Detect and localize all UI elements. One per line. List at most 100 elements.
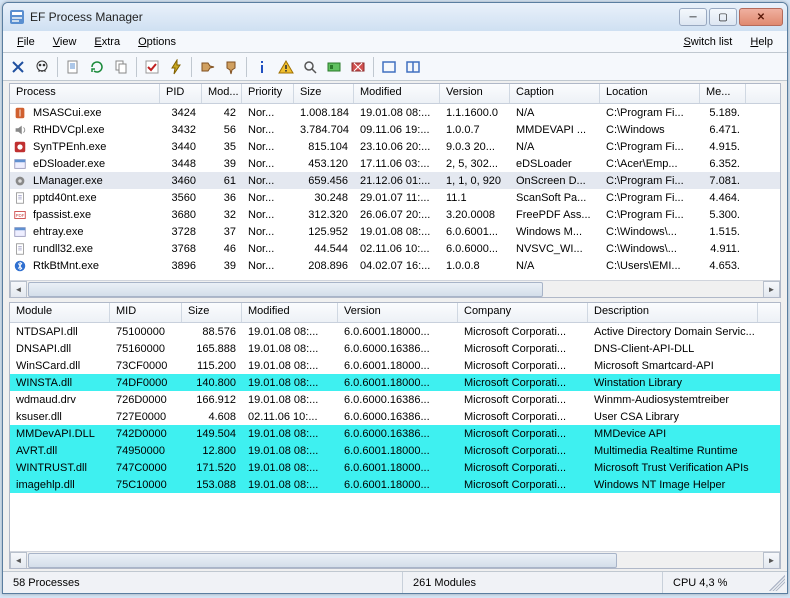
process-col-header[interactable]: Location xyxy=(600,84,700,103)
skull-icon[interactable] xyxy=(31,56,53,78)
module-name: AVRT.dll xyxy=(10,445,110,457)
process-icon xyxy=(13,259,27,273)
module-name: wdmaud.drv xyxy=(10,394,110,406)
process-row[interactable]: eDSloader.exe344839Nor...453.12017.11.06… xyxy=(10,155,780,172)
module-col-header[interactable]: Module xyxy=(10,303,110,322)
minimize-button[interactable]: ─ xyxy=(679,8,707,26)
svg-text:PDF: PDF xyxy=(16,212,25,217)
layout-single-icon[interactable] xyxy=(378,56,400,78)
module-header: ModuleMIDSizeModifiedVersionCompanyDescr… xyxy=(10,303,780,323)
process-col-header[interactable]: Version xyxy=(440,84,510,103)
module-name: NTDSAPI.dll xyxy=(10,326,110,338)
module-col-header[interactable]: Version xyxy=(338,303,458,322)
module-row[interactable]: AVRT.dll7495000012.80019.01.08 08:...6.0… xyxy=(10,442,780,459)
process-row[interactable]: PDFfpassist.exe368032Nor...312.32026.06.… xyxy=(10,206,780,223)
info-icon[interactable] xyxy=(251,56,273,78)
module-row[interactable]: NTDSAPI.dll7510000088.57619.01.08 08:...… xyxy=(10,323,780,340)
module-row[interactable]: ksuser.dll727E00004.60802.11.06 10:...6.… xyxy=(10,408,780,425)
module-row[interactable]: wdmaud.drv726D0000166.91219.01.08 08:...… xyxy=(10,391,780,408)
module-row[interactable]: WINSTA.dll74DF0000140.80019.01.08 08:...… xyxy=(10,374,780,391)
module-col-header[interactable]: Modified xyxy=(242,303,338,322)
status-cpu: CPU 4,3 % xyxy=(663,572,769,593)
process-hscroll[interactable]: ◄ ► xyxy=(10,280,780,297)
process-row[interactable]: LManager.exe346061Nor...659.45621.12.06 … xyxy=(10,172,780,189)
module-col-header[interactable]: MID xyxy=(110,303,182,322)
status-modules: 261 Modules xyxy=(403,572,663,593)
process-col-header[interactable]: Mod... xyxy=(202,84,242,103)
process-row[interactable]: rundll32.exe376846Nor...44.54402.11.06 1… xyxy=(10,240,780,257)
module-row[interactable]: WINTRUST.dll747C0000171.52019.01.08 08:.… xyxy=(10,459,780,476)
titlebar[interactable]: EF Process Manager ─ ▢ ✕ xyxy=(3,3,787,31)
scroll-right-icon[interactable]: ► xyxy=(763,281,780,298)
module-name: MMDevAPI.DLL xyxy=(10,428,110,440)
process-name: eDSloader.exe xyxy=(27,158,160,170)
module-row[interactable]: imagehlp.dll75C10000153.08819.01.08 08:.… xyxy=(10,476,780,493)
module-hscroll[interactable]: ◄ ► xyxy=(10,551,780,568)
process-col-header[interactable]: Size xyxy=(294,84,354,103)
pin-left-icon[interactable] xyxy=(196,56,218,78)
bolt-icon[interactable] xyxy=(165,56,187,78)
process-name: RtHDVCpl.exe xyxy=(27,124,160,136)
statusbar: 58 Processes 261 Modules CPU 4,3 % xyxy=(3,571,787,593)
process-row[interactable]: SynTPEnh.exe344035Nor...815.10423.10.06 … xyxy=(10,138,780,155)
layout-split-icon[interactable] xyxy=(402,56,424,78)
menu-extra[interactable]: Extra xyxy=(86,34,128,50)
process-col-header[interactable]: Modified xyxy=(354,84,440,103)
process-row[interactable]: RtHDVCpl.exe343256Nor...3.784.70409.11.0… xyxy=(10,121,780,138)
module-name: imagehlp.dll xyxy=(10,479,110,491)
process-icon xyxy=(13,140,27,154)
refresh-icon[interactable] xyxy=(86,56,108,78)
process-icon xyxy=(13,191,27,205)
process-col-header[interactable]: PID xyxy=(160,84,202,103)
maximize-button[interactable]: ▢ xyxy=(709,8,737,26)
module-row[interactable]: DNSAPI.dll75160000165.88819.01.08 08:...… xyxy=(10,340,780,357)
toolbar xyxy=(3,53,787,81)
process-icon xyxy=(13,174,27,188)
process-list[interactable]: MSASCui.exe342442Nor...1.008.18419.01.08… xyxy=(10,104,780,280)
menu-switch-list[interactable]: Switch list xyxy=(675,34,740,50)
window-title: EF Process Manager xyxy=(30,10,679,24)
module-red-icon[interactable] xyxy=(347,56,369,78)
copy-icon[interactable] xyxy=(110,56,132,78)
pin-icon[interactable] xyxy=(220,56,242,78)
process-icon xyxy=(13,106,27,120)
process-name: LManager.exe xyxy=(27,175,160,187)
menu-options[interactable]: Options xyxy=(130,34,184,50)
kill-icon[interactable] xyxy=(7,56,29,78)
process-row[interactable]: RtkBtMnt.exe389639Nor...208.89604.02.07 … xyxy=(10,257,780,274)
module-row[interactable]: WinSCard.dll73CF0000115.20019.01.08 08:.… xyxy=(10,357,780,374)
process-col-header[interactable]: Priority xyxy=(242,84,294,103)
process-name: ehtray.exe xyxy=(27,226,160,238)
module-green-icon[interactable] xyxy=(323,56,345,78)
properties-icon[interactable] xyxy=(62,56,84,78)
close-button[interactable]: ✕ xyxy=(739,8,783,26)
menu-help[interactable]: Help xyxy=(742,34,781,50)
scroll-right-icon[interactable]: ► xyxy=(763,552,780,569)
warning-icon[interactable] xyxy=(275,56,297,78)
process-row[interactable]: pptd40nt.exe356036Nor...30.24829.01.07 1… xyxy=(10,189,780,206)
module-name: ksuser.dll xyxy=(10,411,110,423)
scroll-left-icon[interactable]: ◄ xyxy=(10,552,27,569)
module-col-header[interactable]: Company xyxy=(458,303,588,322)
scroll-left-icon[interactable]: ◄ xyxy=(10,281,27,298)
menu-view[interactable]: View xyxy=(45,34,85,50)
process-name: SynTPEnh.exe xyxy=(27,141,160,153)
process-name: fpassist.exe xyxy=(27,209,160,221)
process-row[interactable]: ehtray.exe372837Nor...125.95219.01.08 08… xyxy=(10,223,780,240)
module-list[interactable]: NTDSAPI.dll7510000088.57619.01.08 08:...… xyxy=(10,323,780,551)
process-icon: PDF xyxy=(13,208,27,222)
process-col-header[interactable]: Caption xyxy=(510,84,600,103)
process-row[interactable]: MSASCui.exe342442Nor...1.008.18419.01.08… xyxy=(10,104,780,121)
module-col-header[interactable]: Size xyxy=(182,303,242,322)
check-icon[interactable] xyxy=(141,56,163,78)
process-icon xyxy=(13,242,27,256)
menu-file[interactable]: File xyxy=(9,34,43,50)
process-name: pptd40nt.exe xyxy=(27,192,160,204)
process-col-header[interactable]: Process xyxy=(10,84,160,103)
process-header: ProcessPIDMod...PrioritySizeModifiedVers… xyxy=(10,84,780,104)
module-row[interactable]: MMDevAPI.DLL742D0000149.50419.01.08 08:.… xyxy=(10,425,780,442)
module-col-header[interactable]: Description xyxy=(588,303,758,322)
resize-grip-icon[interactable] xyxy=(769,575,785,591)
process-col-header[interactable]: Me... xyxy=(700,84,746,103)
search-icon[interactable] xyxy=(299,56,321,78)
